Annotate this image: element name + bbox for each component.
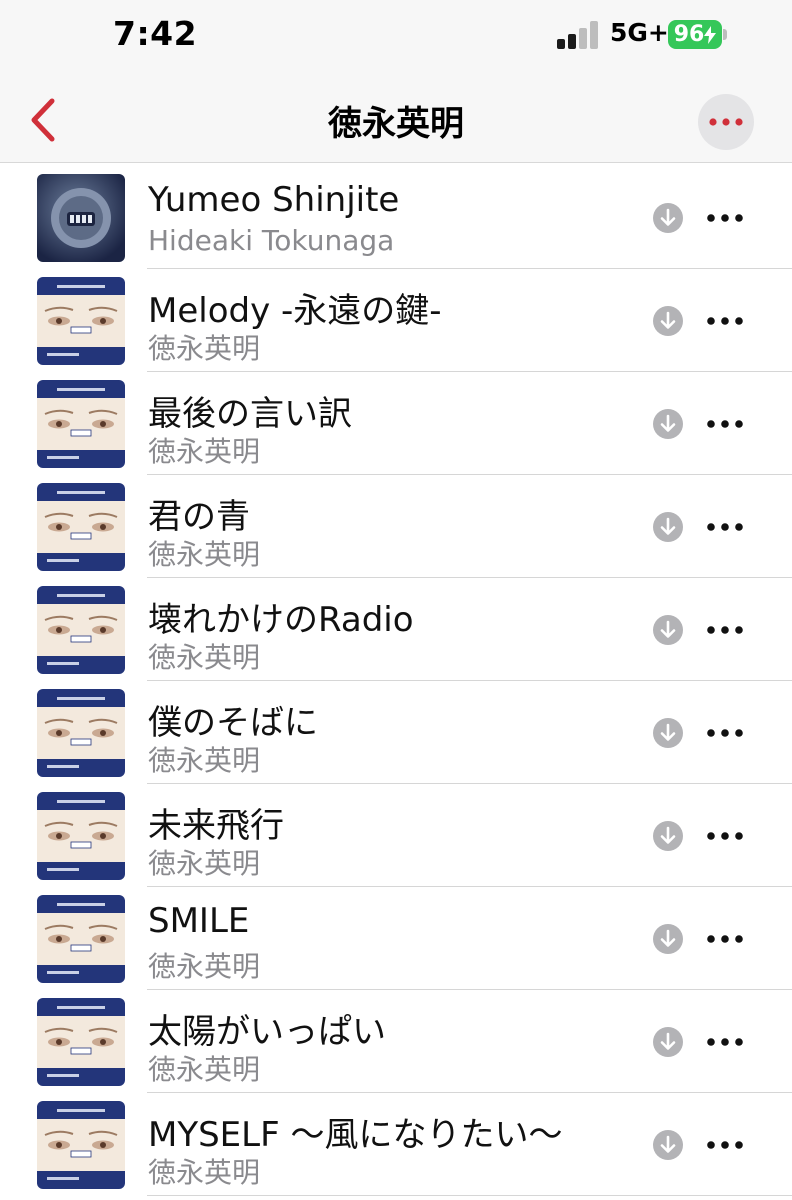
track-more-button[interactable] [700, 196, 750, 240]
track-row[interactable]: MYSELF ～風になりたい～ 徳永英明 [0, 1093, 792, 1196]
album-artwork [37, 174, 125, 262]
album-artwork [37, 895, 125, 983]
download-icon[interactable] [653, 615, 683, 645]
more-options-button[interactable] [698, 94, 754, 150]
album-artwork [37, 380, 125, 468]
track-more-button[interactable] [700, 505, 750, 549]
track-row[interactable]: SMILE 徳永英明 [0, 887, 792, 990]
track-artist: 徳永英明 [148, 950, 261, 983]
track-more-button[interactable] [700, 1123, 750, 1167]
status-time: 7:42 [113, 14, 198, 53]
track-more-button[interactable] [700, 917, 750, 961]
network-type: 5G+ [610, 18, 669, 47]
album-artwork [37, 792, 125, 880]
track-title: 壊れかけのRadio [148, 600, 414, 640]
track-artist: 徳永英明 [148, 1156, 261, 1189]
track-title: SMILE [148, 901, 250, 941]
album-artwork [37, 277, 125, 365]
ballade-album-art-icon [37, 998, 125, 1086]
track-artist: 徳永英明 [148, 538, 261, 571]
ellipsis-icon [707, 420, 743, 428]
ellipsis-icon [709, 118, 743, 126]
album-artwork [37, 689, 125, 777]
track-row[interactable]: 壊れかけのRadio 徳永英明 [0, 578, 792, 681]
track-more-button[interactable] [700, 299, 750, 343]
track-more-button[interactable] [700, 814, 750, 858]
moon-album-art-icon [37, 174, 125, 262]
cellular-signal-icon [557, 21, 601, 49]
track-artist: 徳永英明 [148, 744, 261, 777]
download-icon[interactable] [653, 409, 683, 439]
track-more-button[interactable] [700, 608, 750, 652]
track-row[interactable]: 未来飛行 徳永英明 [0, 784, 792, 887]
track-row[interactable]: 最後の言い訳 徳永英明 [0, 372, 792, 475]
track-row[interactable]: Melody -永遠の鍵- 徳永英明 [0, 269, 792, 372]
ellipsis-icon [707, 626, 743, 634]
ellipsis-icon [707, 1038, 743, 1046]
track-list: Yumeo Shinjite Hideaki Tokunaga Melody -… [0, 166, 792, 1196]
top-bar: 7:42 5G+ 96 徳永英明 [0, 0, 792, 163]
download-icon[interactable] [653, 924, 683, 954]
track-row[interactable]: 太陽がいっぱい 徳永英明 [0, 990, 792, 1093]
ellipsis-icon [707, 832, 743, 840]
ballade-album-art-icon [37, 380, 125, 468]
track-title: MYSELF ～風になりたい～ [148, 1115, 563, 1155]
ellipsis-icon [707, 523, 743, 531]
ballade-album-art-icon [37, 689, 125, 777]
ellipsis-icon [707, 935, 743, 943]
track-title: 君の青 [148, 497, 250, 537]
track-artist: 徳永英明 [148, 332, 261, 365]
track-row[interactable]: 君の青 徳永英明 [0, 475, 792, 578]
track-more-button[interactable] [700, 402, 750, 446]
track-artist: 徳永英明 [148, 847, 261, 880]
track-artist: 徳永英明 [148, 435, 261, 468]
track-more-button[interactable] [700, 1020, 750, 1064]
album-artwork [37, 586, 125, 674]
download-icon[interactable] [653, 1027, 683, 1057]
download-icon[interactable] [653, 512, 683, 542]
track-more-button[interactable] [700, 711, 750, 755]
track-artist: 徳永英明 [148, 641, 261, 674]
track-title: 太陽がいっぱい [148, 1012, 386, 1052]
ballade-album-art-icon [37, 586, 125, 674]
track-title: 僕のそばに [148, 703, 318, 743]
track-title: 未来飛行 [148, 806, 284, 846]
ellipsis-icon [707, 317, 743, 325]
track-artist: Hideaki Tokunaga [148, 224, 395, 257]
download-icon[interactable] [653, 306, 683, 336]
ballade-album-art-icon [37, 1101, 125, 1189]
battery-indicator: 96 [668, 20, 722, 49]
battery-level: 96 [673, 22, 705, 47]
ellipsis-icon [707, 729, 743, 737]
ellipsis-icon [707, 214, 743, 222]
track-row[interactable]: 僕のそばに 徳永英明 [0, 681, 792, 784]
album-artwork [37, 483, 125, 571]
download-icon[interactable] [653, 203, 683, 233]
charging-bolt-icon [704, 25, 717, 44]
ballade-album-art-icon [37, 277, 125, 365]
download-icon[interactable] [653, 1130, 683, 1160]
battery-cap [723, 29, 727, 40]
page-title: 徳永英明 [328, 104, 464, 144]
download-icon[interactable] [653, 821, 683, 851]
track-title: 最後の言い訳 [148, 394, 352, 434]
album-artwork [37, 998, 125, 1086]
row-separator [147, 1195, 792, 1196]
track-title: Melody -永遠の鍵- [148, 291, 442, 331]
download-icon[interactable] [653, 718, 683, 748]
album-artwork [37, 1101, 125, 1189]
track-artist: 徳永英明 [148, 1053, 261, 1086]
ballade-album-art-icon [37, 895, 125, 983]
ellipsis-icon [707, 1141, 743, 1149]
track-title: Yumeo Shinjite [148, 180, 400, 220]
ballade-album-art-icon [37, 483, 125, 571]
ballade-album-art-icon [37, 792, 125, 880]
track-row[interactable]: Yumeo Shinjite Hideaki Tokunaga [0, 166, 792, 269]
